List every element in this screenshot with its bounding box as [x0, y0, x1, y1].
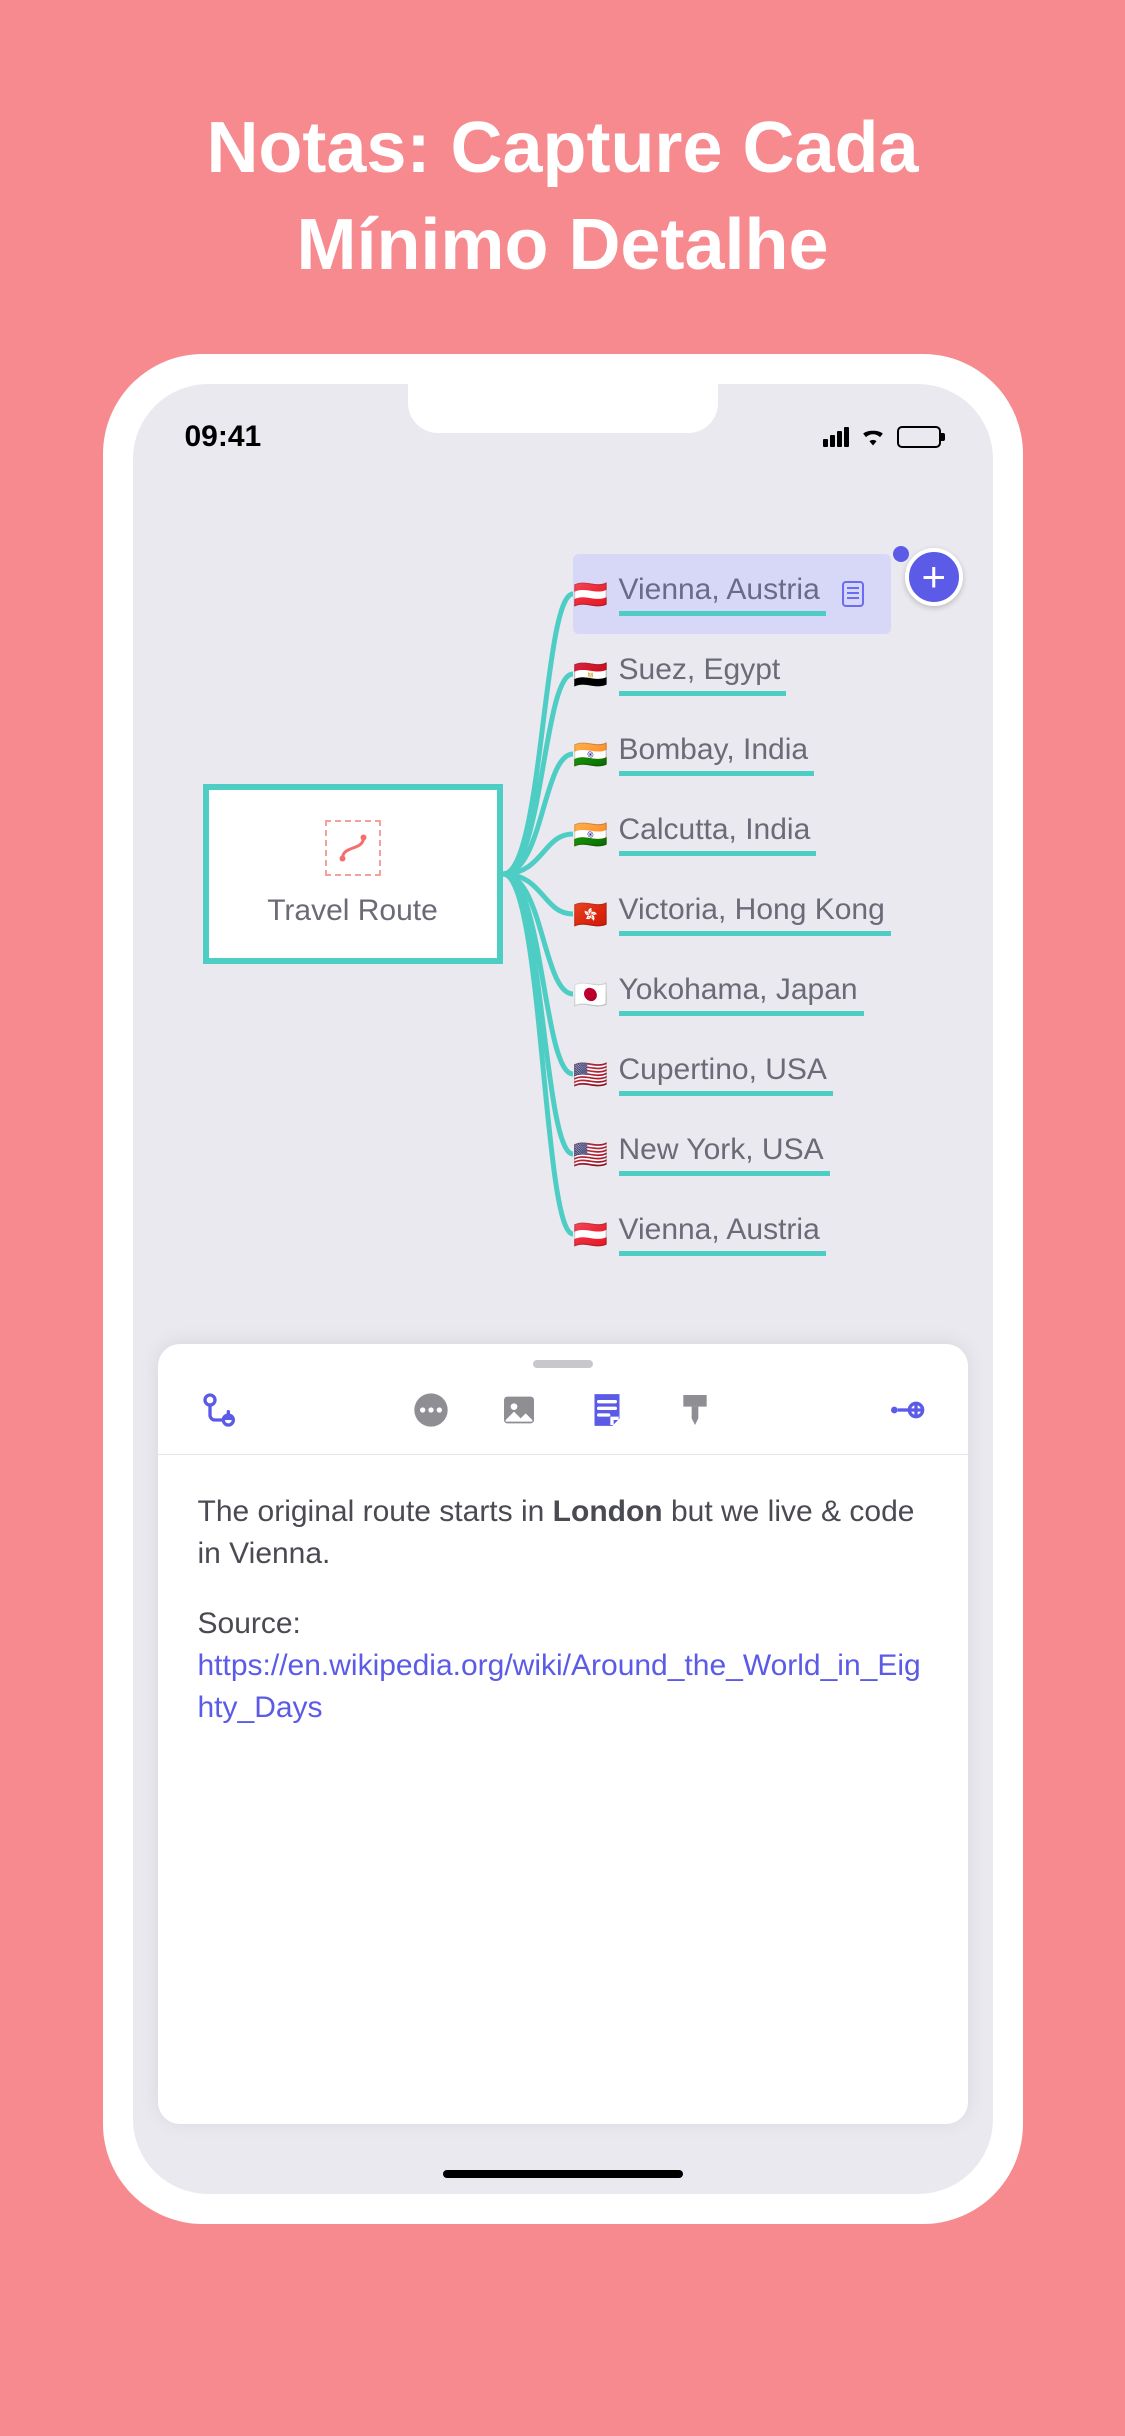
phone-screen: 09:41: [133, 384, 993, 2194]
more-icon[interactable]: [409, 1388, 453, 1432]
flag-icon: 🇺🇸: [573, 1058, 609, 1091]
child-label: Calcutta, India: [619, 813, 817, 856]
child-node[interactable]: 🇯🇵 Yokohama, Japan: [573, 954, 891, 1034]
child-label: New York, USA: [619, 1133, 830, 1176]
child-label: Yokohama, Japan: [619, 973, 864, 1016]
child-label: Suez, Egypt: [619, 653, 787, 696]
child-label: Vienna, Austria: [619, 573, 826, 616]
wifi-icon: [859, 420, 887, 454]
route-icon: [325, 820, 381, 876]
cellular-signal-icon: [823, 427, 849, 447]
note-badge-icon: [842, 581, 864, 607]
child-label: Vienna, Austria: [619, 1213, 826, 1256]
child-label: Victoria, Hong Kong: [619, 893, 891, 936]
child-node[interactable]: 🇮🇳 Calcutta, India: [573, 794, 891, 874]
flag-icon: 🇯🇵: [573, 978, 609, 1011]
note-content[interactable]: The original route starts in London but …: [158, 1455, 968, 1793]
flag-icon: 🇮🇳: [573, 818, 609, 851]
child-node[interactable]: 🇦🇹 Vienna, Austria: [573, 1194, 891, 1274]
flag-icon: 🇦🇹: [573, 578, 609, 611]
home-indicator[interactable]: [443, 2170, 683, 2178]
style-brush-icon[interactable]: [673, 1388, 717, 1432]
notch: [408, 384, 718, 433]
note-source-link[interactable]: https://en.wikipedia.org/wiki/Around_the…: [198, 1649, 921, 1724]
phone-frame: 09:41: [103, 354, 1023, 2224]
child-node[interactable]: 🇮🇳 Bombay, India: [573, 714, 891, 794]
flag-icon: 🇺🇸: [573, 1138, 609, 1171]
battery-icon: [897, 426, 941, 448]
panel-toolbar: [158, 1378, 968, 1455]
flag-icon: 🇪🇬: [573, 658, 609, 691]
root-node[interactable]: Travel Route: [203, 784, 503, 964]
status-time: 09:41: [185, 420, 262, 454]
notes-panel: The original route starts in London but …: [158, 1344, 968, 2124]
child-node[interactable]: 🇦🇹Vienna, Austria+: [573, 554, 891, 634]
note-icon[interactable]: [585, 1388, 629, 1432]
add-node-button[interactable]: +: [905, 548, 963, 606]
image-icon[interactable]: [497, 1388, 541, 1432]
add-child-icon[interactable]: [198, 1388, 242, 1432]
child-node[interactable]: 🇺🇸 Cupertino, USA: [573, 1034, 891, 1114]
promo-heading: Notas: Capture Cada Mínimo Detalhe: [0, 0, 1125, 354]
note-source: Source: https://en.wikipedia.org/wiki/Ar…: [198, 1603, 928, 1729]
note-paragraph: The original route starts in London but …: [198, 1491, 928, 1575]
link-node-icon[interactable]: [884, 1388, 928, 1432]
child-label: Bombay, India: [619, 733, 815, 776]
root-label: Travel Route: [267, 894, 438, 928]
mindmap-canvas[interactable]: Travel Route 🇦🇹 Vienna, Austria + 🇪🇬 Suez, E…: [133, 464, 993, 1294]
child-node[interactable]: 🇪🇬 Suez, Egypt: [573, 634, 891, 714]
child-node[interactable]: 🇭🇰 Victoria, Hong Kong: [573, 874, 891, 954]
child-label: Cupertino, USA: [619, 1053, 833, 1096]
flag-icon: 🇦🇹: [573, 1218, 609, 1251]
flag-icon: 🇭🇰: [573, 898, 609, 931]
selection-dot-icon: [893, 546, 909, 562]
flag-icon: 🇮🇳: [573, 738, 609, 771]
panel-grabber[interactable]: [533, 1360, 593, 1368]
child-node[interactable]: 🇺🇸 New York, USA: [573, 1114, 891, 1194]
